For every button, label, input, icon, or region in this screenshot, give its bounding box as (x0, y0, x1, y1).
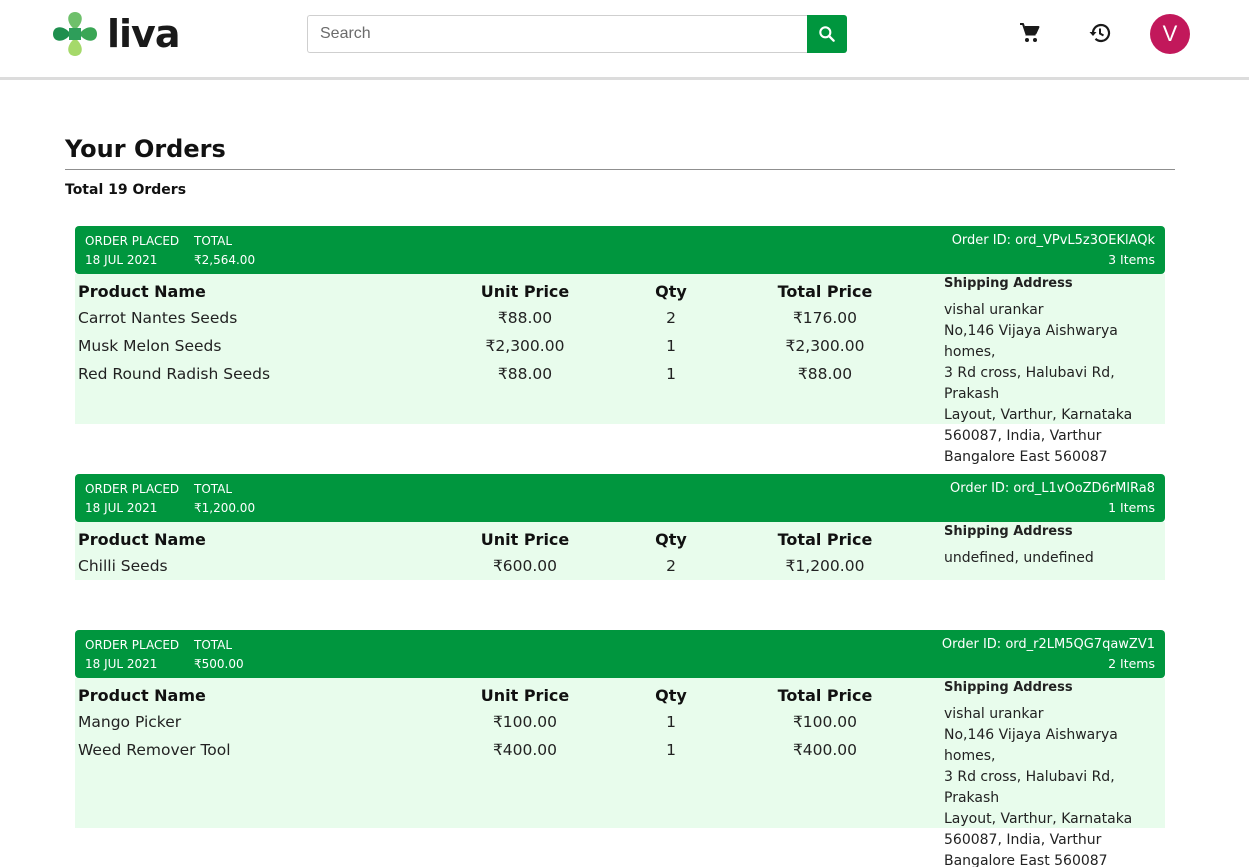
address-line: Layout, Varthur, Karnataka (944, 811, 1133, 827)
order-card: ORDER PLACED TOTAL 18 JUL 2021 ₹1,200.00… (75, 474, 1165, 580)
quantity: 2 (666, 557, 676, 575)
order-date: 18 JUL 2021 (85, 501, 158, 515)
order-total: ₹1,200.00 (194, 501, 256, 515)
liva-logo[interactable]: liva (49, 8, 180, 60)
line-total: ₹176.00 (792, 309, 858, 327)
history-icon (1089, 23, 1111, 43)
order-placed-label: ORDER PLACED (85, 482, 180, 496)
cart-button[interactable] (1016, 19, 1044, 47)
order-date: 18 JUL 2021 (85, 253, 158, 267)
qty-header: Qty (655, 686, 687, 705)
order-total: ₹2,564.00 (194, 253, 256, 267)
order-id[interactable]: Order ID: ord_L1vOoZD6rMlRa8 (950, 481, 1155, 496)
order-header: ORDER PLACED TOTAL 18 JUL 2021 ₹1,200.00… (75, 474, 1165, 522)
address-line: No,146 Vijaya Aishwarya homes, (944, 323, 1118, 360)
unit-price: ₹400.00 (492, 741, 558, 759)
address-line: No,146 Vijaya Aishwarya homes, (944, 727, 1118, 764)
address-line: Bangalore East 560087 (944, 449, 1108, 465)
quantity: 2 (666, 309, 676, 327)
unit-price-header: Unit Price (480, 686, 570, 705)
logo-text: liva (107, 12, 180, 56)
order-placed-label: ORDER PLACED (85, 638, 180, 652)
unit-price: ₹100.00 (492, 713, 558, 731)
order-items-count: 3 Items (1108, 252, 1155, 267)
address-line: vishal urankar (944, 706, 1044, 722)
order-details: Product Name Unit Price Qty Total Price … (75, 522, 1165, 580)
product-name[interactable]: Mango Picker (78, 713, 181, 731)
unit-price-header: Unit Price (480, 282, 570, 301)
search-icon (819, 26, 835, 42)
order-header: ORDER PLACED TOTAL 18 JUL 2021 ₹2,564.00… (75, 226, 1165, 274)
order-header: ORDER PLACED TOTAL 18 JUL 2021 ₹500.00 O… (75, 630, 1165, 678)
shipping-address-header: Shipping Address (944, 276, 1073, 291)
order-total-label: TOTAL (194, 234, 233, 248)
order-card: ORDER PLACED TOTAL 18 JUL 2021 ₹2,564.00… (75, 226, 1165, 465)
address-line: 3 Rd cross, Halubavi Rd, Prakash (944, 365, 1115, 402)
quantity: 1 (666, 337, 676, 355)
quantity: 1 (666, 713, 676, 731)
order-total-label: TOTAL (194, 638, 233, 652)
product-name[interactable]: Red Round Radish Seeds (78, 365, 270, 383)
address-line: 3 Rd cross, Halubavi Rd, Prakash (944, 769, 1115, 806)
shipping-address-header: Shipping Address (944, 524, 1073, 539)
line-total: ₹1,200.00 (785, 557, 865, 575)
total-orders-count: Total 19 Orders (65, 182, 187, 198)
order-total: ₹500.00 (194, 657, 244, 671)
order-items-count: 1 Items (1108, 500, 1155, 515)
order-details: Product Name Unit Price Qty Total Price … (75, 678, 1165, 867)
search-bar (307, 15, 848, 53)
address-line: vishal urankar (944, 302, 1044, 318)
line-total: ₹2,300.00 (785, 337, 865, 355)
shipping-address: undefined, undefined (944, 548, 1162, 569)
address-line: 560087, India, Varthur (944, 428, 1102, 444)
product-name[interactable]: Musk Melon Seeds (78, 337, 221, 355)
unit-price: ₹88.00 (497, 309, 553, 327)
product-name[interactable]: Weed Remover Tool (78, 741, 231, 759)
order-id[interactable]: Order ID: ord_r2LM5QG7qawZV1 (942, 637, 1155, 652)
qty-header: Qty (655, 282, 687, 301)
order-id[interactable]: Order ID: ord_VPvL5z3OEKlAQk (952, 233, 1155, 248)
line-total: ₹100.00 (792, 713, 858, 731)
product-name[interactable]: Chilli Seeds (78, 557, 168, 575)
product-name-header: Product Name (78, 530, 206, 549)
qty-header: Qty (655, 530, 687, 549)
address-line: undefined, undefined (944, 550, 1094, 566)
page-title: Your Orders (65, 135, 226, 163)
order-total-label: TOTAL (194, 482, 233, 496)
line-total: ₹88.00 (797, 365, 853, 383)
quantity: 1 (666, 741, 676, 759)
unit-price-header: Unit Price (480, 530, 570, 549)
total-price-header: Total Price (777, 282, 873, 301)
unit-price: ₹88.00 (497, 365, 553, 383)
user-avatar[interactable]: V (1150, 14, 1190, 54)
line-total: ₹400.00 (792, 741, 858, 759)
search-input[interactable] (307, 15, 807, 53)
shipping-address: vishal urankar No,146 Vijaya Aishwarya h… (944, 300, 1162, 468)
total-price-header: Total Price (777, 530, 873, 549)
order-date: 18 JUL 2021 (85, 657, 158, 671)
product-name-header: Product Name (78, 686, 206, 705)
address-line: 560087, India, Varthur (944, 832, 1102, 848)
unit-price: ₹2,300.00 (485, 337, 565, 355)
top-header: liva V (0, 0, 1249, 80)
order-history-button[interactable] (1086, 19, 1114, 47)
total-price-header: Total Price (777, 686, 873, 705)
order-placed-label: ORDER PLACED (85, 234, 180, 248)
product-name-header: Product Name (78, 282, 206, 301)
cart-icon (1020, 23, 1040, 42)
order-card: ORDER PLACED TOTAL 18 JUL 2021 ₹500.00 O… (75, 630, 1165, 867)
order-details: Product Name Unit Price Qty Total Price … (75, 274, 1165, 465)
unit-price: ₹600.00 (492, 557, 558, 575)
quantity: 1 (666, 365, 676, 383)
address-line: Layout, Varthur, Karnataka (944, 407, 1133, 423)
shipping-address: vishal urankar No,146 Vijaya Aishwarya h… (944, 704, 1162, 867)
title-divider (65, 169, 1175, 170)
product-name[interactable]: Carrot Nantes Seeds (78, 309, 237, 327)
clover-logo-icon (53, 12, 97, 56)
order-items-count: 2 Items (1108, 656, 1155, 671)
search-button[interactable] (807, 15, 847, 53)
avatar-initial: V (1162, 21, 1178, 46)
address-line: Bangalore East 560087 (944, 853, 1108, 867)
shipping-address-header: Shipping Address (944, 680, 1073, 695)
